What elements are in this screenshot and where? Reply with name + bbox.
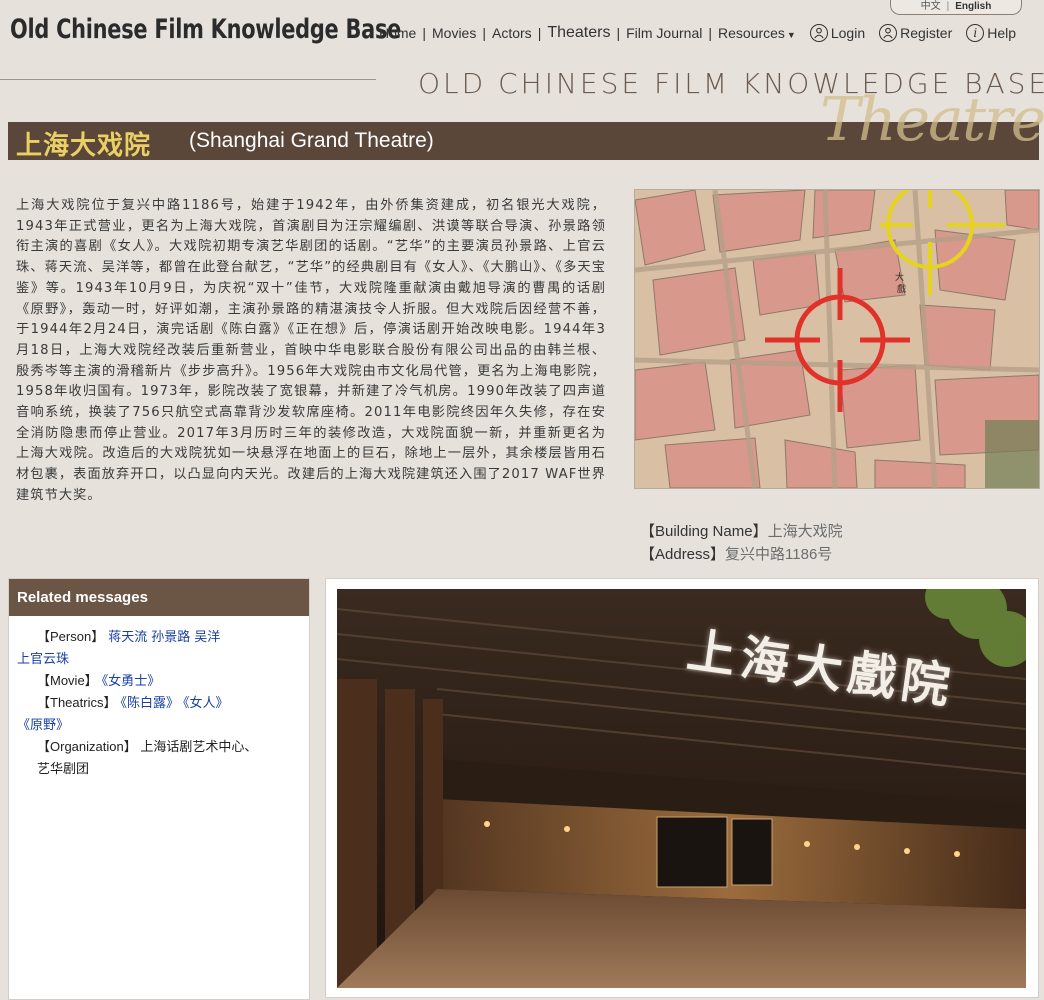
related-person-label: 【Person】 (37, 629, 105, 644)
page-title-en: (Shanghai Grand Theatre) (189, 129, 434, 152)
nav-movies[interactable]: Movies (432, 25, 476, 41)
address-row: 【Address】复兴中路1186号 (640, 543, 843, 566)
address-label: 【Address】 (640, 546, 726, 563)
main-nav: Home | Movies | Actors | Theaters | Film… (379, 24, 1016, 42)
nav-separator: | (537, 25, 542, 41)
user-icon (809, 24, 828, 42)
person-link[interactable]: 吴洋 (194, 629, 220, 644)
theater-description: 上海大戏院位于复兴中路1186号，始建于1942年，由外侨集资建成，初名银光大戏… (16, 198, 606, 503)
related-messages-panel: Related messages 【Person】 蒋天流 孙景路 吴洋 上官云珠 【… (8, 578, 310, 1000)
nav-film-journal[interactable]: Film Journal (626, 25, 702, 41)
related-messages-body: 【Person】 蒋天流 孙景路 吴洋 上官云珠 【Movie】 《女勇士》 【Thea… (9, 616, 267, 780)
person-link[interactable]: 上官云珠 (17, 651, 69, 666)
address-value: 复兴中路1186号 (725, 546, 833, 563)
nav-theaters[interactable]: Theaters (547, 24, 610, 42)
related-movie-row: 【Movie】 《女勇士》 (37, 670, 267, 692)
info-icon: i (966, 24, 985, 42)
register-user-icon (879, 24, 898, 42)
theatrics-link[interactable]: 《原野》 (17, 717, 69, 732)
nav-separator: | (616, 25, 621, 41)
nav-separator: | (708, 25, 712, 41)
nav-register[interactable]: Register (900, 25, 952, 41)
movie-link[interactable]: 《女勇士》 (102, 673, 161, 688)
page-title-bar: 上海大戏院 (Shanghai Grand Theatre) (8, 122, 1039, 160)
nav-resources-label: Resources (718, 25, 785, 41)
lang-separator: | (946, 1, 950, 12)
theatrics-link[interactable]: 《陈白露》 (120, 695, 179, 710)
person-link[interactable]: 蒋天流 (108, 629, 147, 644)
lang-zh-link[interactable]: 中文 (921, 1, 941, 12)
title-divider (0, 79, 376, 80)
building-name-value: 上海大戏院 (767, 523, 843, 540)
nav-separator: | (482, 25, 486, 41)
building-info: 【Building Name】上海大戏院 【Address】复兴中路1186号 (640, 520, 843, 566)
related-movie-label: 【Movie】 (37, 673, 98, 688)
nav-help[interactable]: Help (987, 25, 1016, 41)
related-messages-title: Related messages (9, 579, 309, 616)
related-person-row: 【Person】 蒋天流 孙景路 吴洋 (37, 626, 267, 648)
person-link[interactable]: 孙景路 (151, 629, 190, 644)
nav-separator: | (422, 25, 426, 41)
nav-home[interactable]: Home (379, 25, 416, 41)
map-image: 大戲 (635, 190, 1039, 488)
theater-photo: 上海大戲院 (337, 589, 1026, 988)
related-person-row-2: 上官云珠 (13, 648, 267, 670)
chevron-down-icon: ▼ (786, 30, 796, 40)
nav-actors[interactable]: Actors (492, 25, 532, 41)
nav-resources[interactable]: Resources ▼ (718, 25, 796, 41)
related-theatrics-row: 【Theatrics】 《陈白露》 《女人》 (37, 692, 267, 714)
site-title[interactable]: Old Chinese Film Knowledge Base (10, 14, 401, 45)
page-title-zh: 上海大戏院 (16, 131, 152, 160)
related-theatrics-label: 【Theatrics】 (37, 695, 117, 710)
svg-text:大: 大 (895, 271, 904, 283)
banner-text: OLD CHINESE FILM KNOWLEDGE BASE (418, 67, 1044, 100)
building-name-label: 【Building Name】 (640, 523, 768, 540)
theatrics-link[interactable]: 《女人》 (183, 695, 229, 710)
related-org-label: 【Organization】 (37, 739, 137, 754)
related-org-row: 【Organization】 上海话剧艺术中心、艺华剧团 (37, 736, 267, 780)
nav-login[interactable]: Login (831, 25, 865, 41)
svg-text:戲: 戲 (897, 283, 906, 295)
related-theatrics-row-2: 《原野》 (13, 714, 267, 736)
language-switch: 中文 | English (890, 0, 1022, 15)
lang-en-link[interactable]: English (955, 1, 991, 12)
location-map: 大戲 (634, 189, 1040, 489)
building-name-row: 【Building Name】上海大戏院 (640, 520, 843, 543)
